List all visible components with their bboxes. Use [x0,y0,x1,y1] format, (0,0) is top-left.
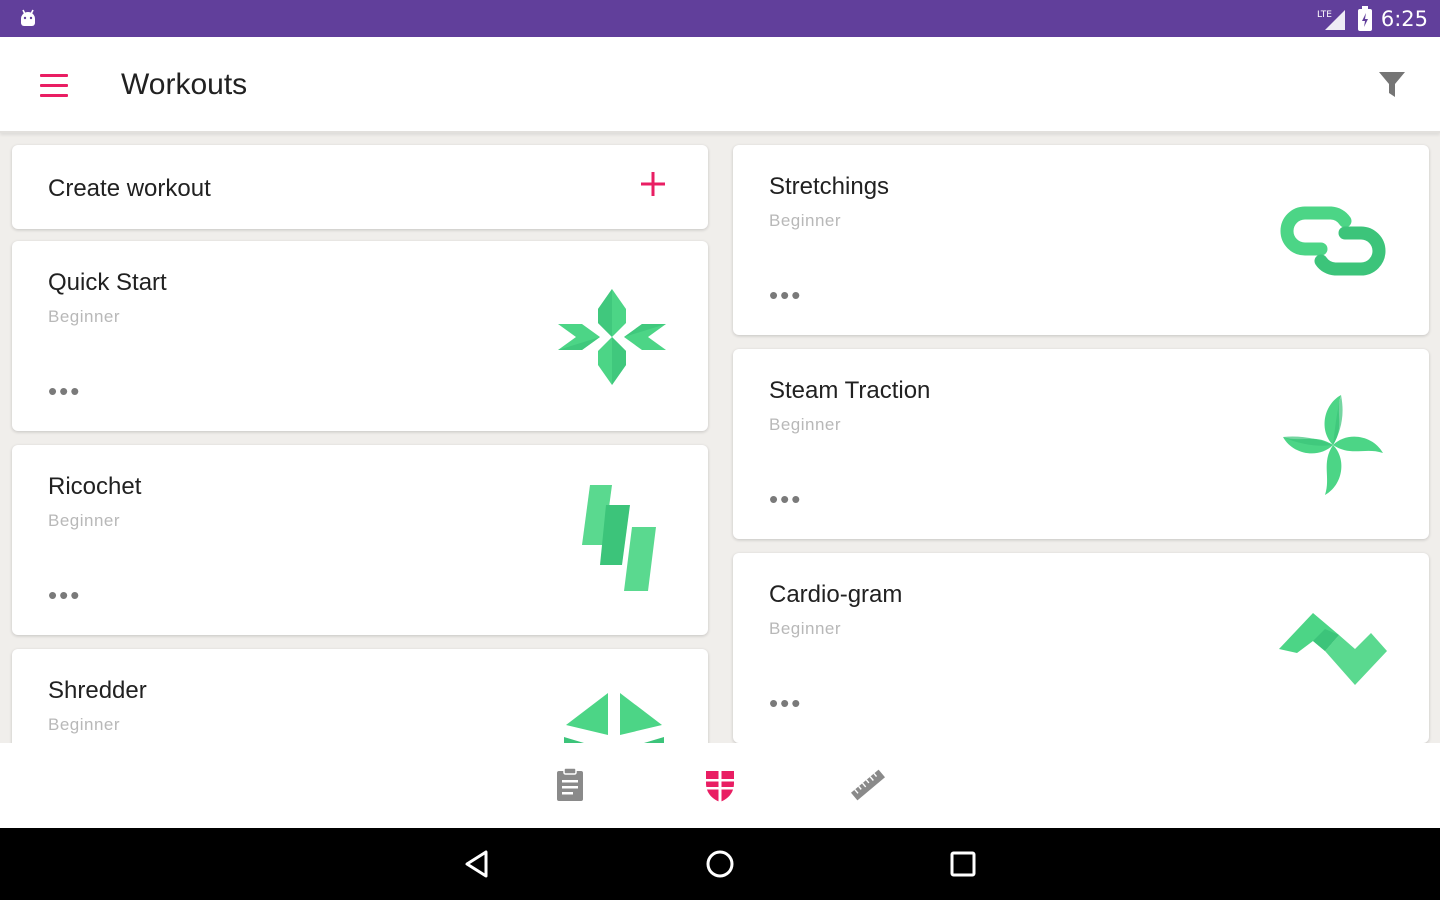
bottom-navigation [0,743,1440,828]
back-icon[interactable] [460,846,496,882]
more-options-button[interactable]: ••• [48,378,81,404]
system-navigation-bar [0,828,1440,900]
create-workout-button[interactable]: Create workout [12,145,708,229]
workout-title: Cardio-gram [769,581,903,608]
create-workout-label: Create workout [48,175,211,202]
snowflake-icon [558,289,666,385]
more-options-button[interactable]: ••• [48,582,81,608]
home-icon[interactable] [702,846,738,882]
more-options-button[interactable]: ••• [769,690,802,716]
clock: 6:25 [1380,7,1428,31]
triangles-icon [564,693,664,743]
workout-card-quick-start[interactable]: Quick Start Beginner ••• [12,241,708,431]
zigzag-blocks-icon [582,485,656,591]
workout-level: Beginner [48,511,121,530]
menu-button[interactable] [30,65,78,105]
pinwheel-icon [1283,395,1383,495]
workout-card-cardio-gram[interactable]: Cardio-gram Beginner ••• [733,553,1429,743]
network-type-label: LTE [1317,10,1332,20]
plus-icon [641,172,665,196]
workout-title: Steam Traction [769,377,931,404]
status-icons: LTE 6:25 [1317,4,1428,34]
app-bar: Workouts [0,37,1440,133]
filter-icon[interactable] [1374,67,1410,103]
workout-level: Beginner [769,415,842,434]
page-title: Workouts [121,68,248,101]
signal-icon: LTE [1317,10,1345,30]
workout-card-ricochet[interactable]: Ricochet Beginner ••• [12,445,708,635]
workout-card-stretchings[interactable]: Stretchings Beginner ••• [733,145,1429,335]
workouts-tab-icon[interactable] [700,765,740,805]
workout-list[interactable]: Create workout Quick Start Beginner ••• [0,135,1440,743]
recent-apps-icon[interactable] [945,846,981,882]
workout-level: Beginner [769,619,842,638]
workout-card-steam-traction[interactable]: Steam Traction Beginner ••• [733,349,1429,539]
hamburger-icon [40,73,68,77]
workout-card-shredder[interactable]: Shredder Beginner ••• [12,649,708,743]
more-options-button[interactable]: ••• [769,282,802,308]
workout-level: Beginner [48,715,121,734]
status-bar: LTE 6:25 [0,0,1440,37]
workout-level: Beginner [769,211,842,230]
battery-icon [1357,6,1372,31]
workout-title: Stretchings [769,173,890,200]
zigzag-icon [1279,613,1387,685]
android-icon [21,9,35,26]
clipboard-icon[interactable] [550,765,590,805]
workout-title: Shredder [48,677,147,704]
workout-title: Ricochet [48,473,142,500]
workout-title: Quick Start [48,269,167,296]
ruler-icon[interactable] [848,765,888,805]
workout-level: Beginner [48,307,121,326]
chain-link-icon [1280,206,1386,276]
more-options-button[interactable]: ••• [769,486,802,512]
